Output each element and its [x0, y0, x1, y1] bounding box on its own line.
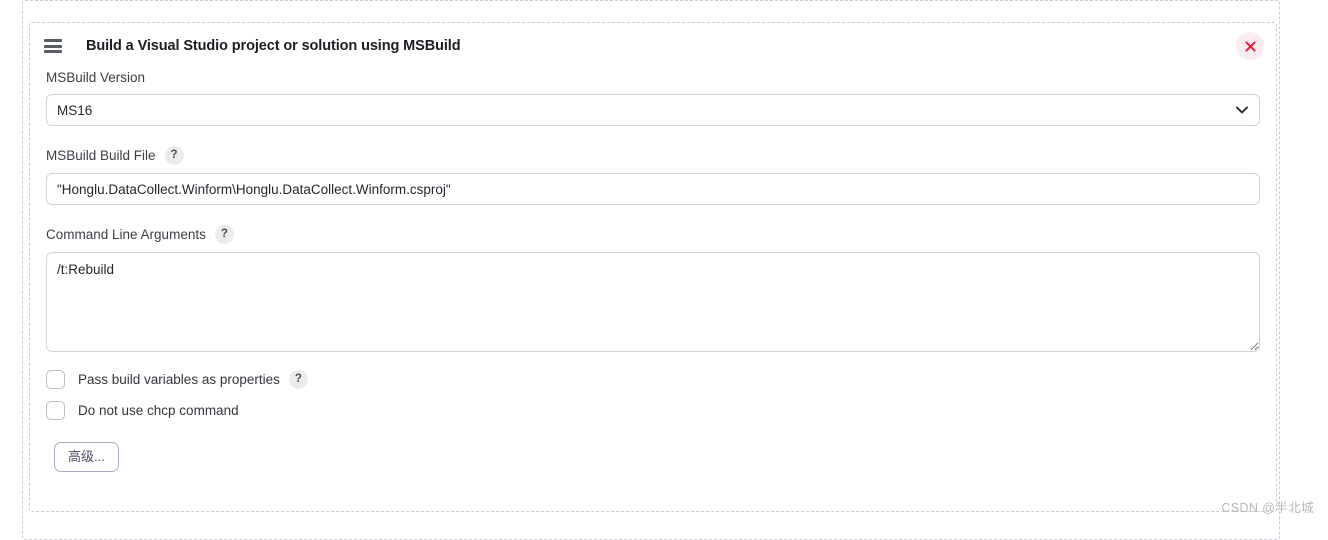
build-file-help-icon[interactable]: ? [164, 146, 184, 165]
close-button[interactable] [1236, 32, 1264, 60]
close-x-icon [1244, 40, 1256, 52]
build-file-input[interactable] [46, 173, 1260, 205]
build-file-label: MSBuild Build File ? [46, 146, 1260, 165]
watermark: CSDN @半北城 [1221, 501, 1314, 515]
drag-line-3 [44, 50, 62, 53]
drag-line-2 [44, 44, 62, 48]
msbuild-version-label: MSBuild Version [46, 69, 1260, 86]
pass-build-variables-help-icon[interactable]: ? [288, 370, 308, 389]
page-title: Build a Visual Studio project or solutio… [86, 38, 461, 54]
msbuild-task-card: Build a Visual Studio project or solutio… [29, 22, 1277, 512]
msbuild-version-select-wrap: MS16 [46, 94, 1260, 126]
pass-build-variables-checkbox[interactable] [46, 370, 65, 389]
msbuild-version-label-text: MSBuild Version [46, 70, 146, 85]
no-chcp-checkbox[interactable] [46, 401, 65, 420]
command-line-arguments-textarea[interactable] [46, 252, 1260, 352]
command-line-arguments-label: Command Line Arguments ? [46, 225, 1260, 244]
no-chcp-row[interactable]: Do not use chcp command [46, 401, 1260, 420]
card-body: MSBuild Version MS16 MSBuild Build File … [30, 69, 1276, 472]
advanced-button[interactable]: 高级... [54, 442, 119, 472]
card-header: Build a Visual Studio project or solutio… [30, 23, 1276, 69]
build-file-label-text: MSBuild Build File [46, 148, 156, 163]
command-line-arguments-label-text: Command Line Arguments [46, 227, 206, 242]
no-chcp-label[interactable]: Do not use chcp command [78, 402, 239, 420]
drag-line-1 [44, 39, 62, 42]
pass-build-variables-row[interactable]: Pass build variables as properties ? [46, 370, 1260, 389]
pass-build-variables-label[interactable]: Pass build variables as properties [78, 371, 280, 389]
command-line-arguments-help-icon[interactable]: ? [214, 225, 234, 244]
hamburger-drag-icon[interactable] [44, 39, 62, 53]
msbuild-version-select[interactable]: MS16 [46, 94, 1260, 126]
